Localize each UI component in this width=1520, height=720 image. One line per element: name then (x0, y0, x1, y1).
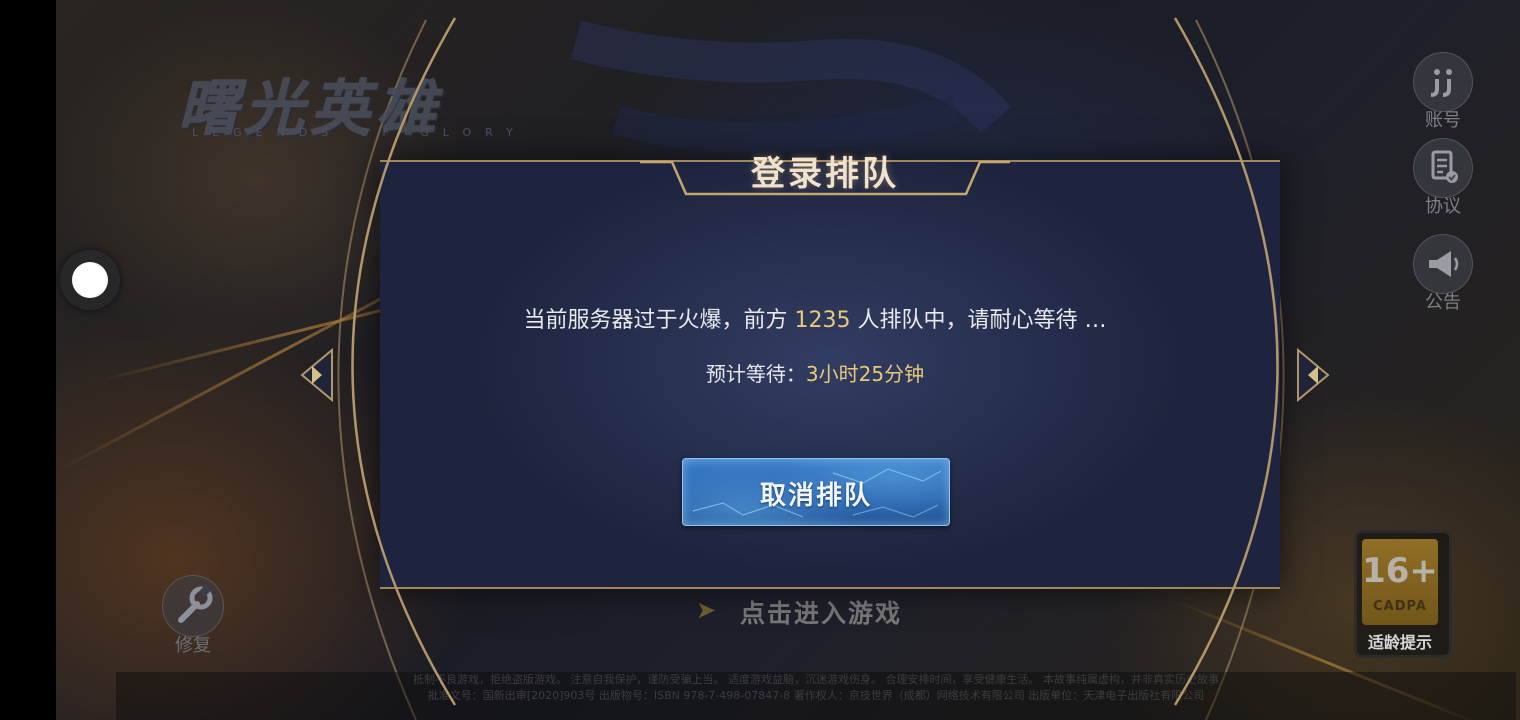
game-screen: 曙光英雄 LEGENDS OF GLORY 账号 协议 公告 修复 16+ CA… (0, 0, 1520, 720)
copyright-footer: 抵制不良游戏，拒绝盗版游戏。 注意自我保护，谨防受骗上当。 适度游戏益脑，沉迷游… (116, 672, 1516, 720)
copyright-line: 批准文号：国新出审[2020]903号 出版物号：ISBN 978-7-498-… (427, 689, 1205, 702)
age-rating-panel: 16+ CADPA (1362, 539, 1438, 625)
enter-game-button[interactable]: ➤ 点击进入游戏 (690, 590, 950, 630)
copyright-line: 抵制不良游戏，拒绝盗版游戏。 注意自我保护，谨防受骗上当。 适度游戏益脑，沉迷游… (413, 673, 1219, 686)
queue-message: 当前服务器过于火爆，前方 1235 人排队中，请耐心等待 … (400, 302, 1230, 334)
enter-game-label: 点击进入游戏 (740, 599, 903, 628)
account-button[interactable]: 账号 (1408, 52, 1478, 132)
megaphone-icon (1413, 234, 1473, 294)
repair-button[interactable]: 修复 (158, 575, 228, 657)
age-rating-org: CADPA (1373, 599, 1427, 614)
arrow-right-icon: ➤ (696, 596, 717, 624)
game-logo: 曙光英雄 LEGENDS OF GLORY (178, 60, 513, 144)
wrench-icon (162, 575, 224, 637)
floating-dot-icon (72, 262, 108, 298)
game-logo-subtitle: LEGENDS OF GLORY (192, 126, 527, 139)
queue-count: 1235 (794, 308, 851, 333)
age-rating-number: 16+ (1362, 551, 1438, 591)
account-icon (1413, 52, 1473, 112)
dialog-title: 登录排队 (751, 154, 899, 194)
queue-message-suffix: 人排队中，请耐心等待 … (857, 308, 1107, 333)
notice-button[interactable]: 公告 (1408, 234, 1478, 314)
estimated-wait-time: 3小时25分钟 (805, 362, 925, 386)
age-rating-badge[interactable]: 16+ CADPA 适龄提示 (1354, 530, 1452, 658)
dialog-header: 登录排队 (680, 140, 970, 198)
agreement-icon (1413, 138, 1473, 198)
estimated-wait: 预计等待：3小时25分钟 (400, 358, 1230, 387)
age-rating-label: 适龄提示 (1367, 633, 1432, 652)
cancel-queue-button[interactable]: 取消排队 (682, 458, 950, 526)
estimated-wait-label: 预计等待： (705, 362, 806, 386)
cancel-queue-label: 取消排队 (759, 481, 872, 511)
floating-assist-button[interactable] (60, 250, 120, 310)
queue-message-prefix: 当前服务器过于火爆，前方 (523, 308, 788, 333)
agreement-button[interactable]: 协议 (1408, 138, 1478, 218)
